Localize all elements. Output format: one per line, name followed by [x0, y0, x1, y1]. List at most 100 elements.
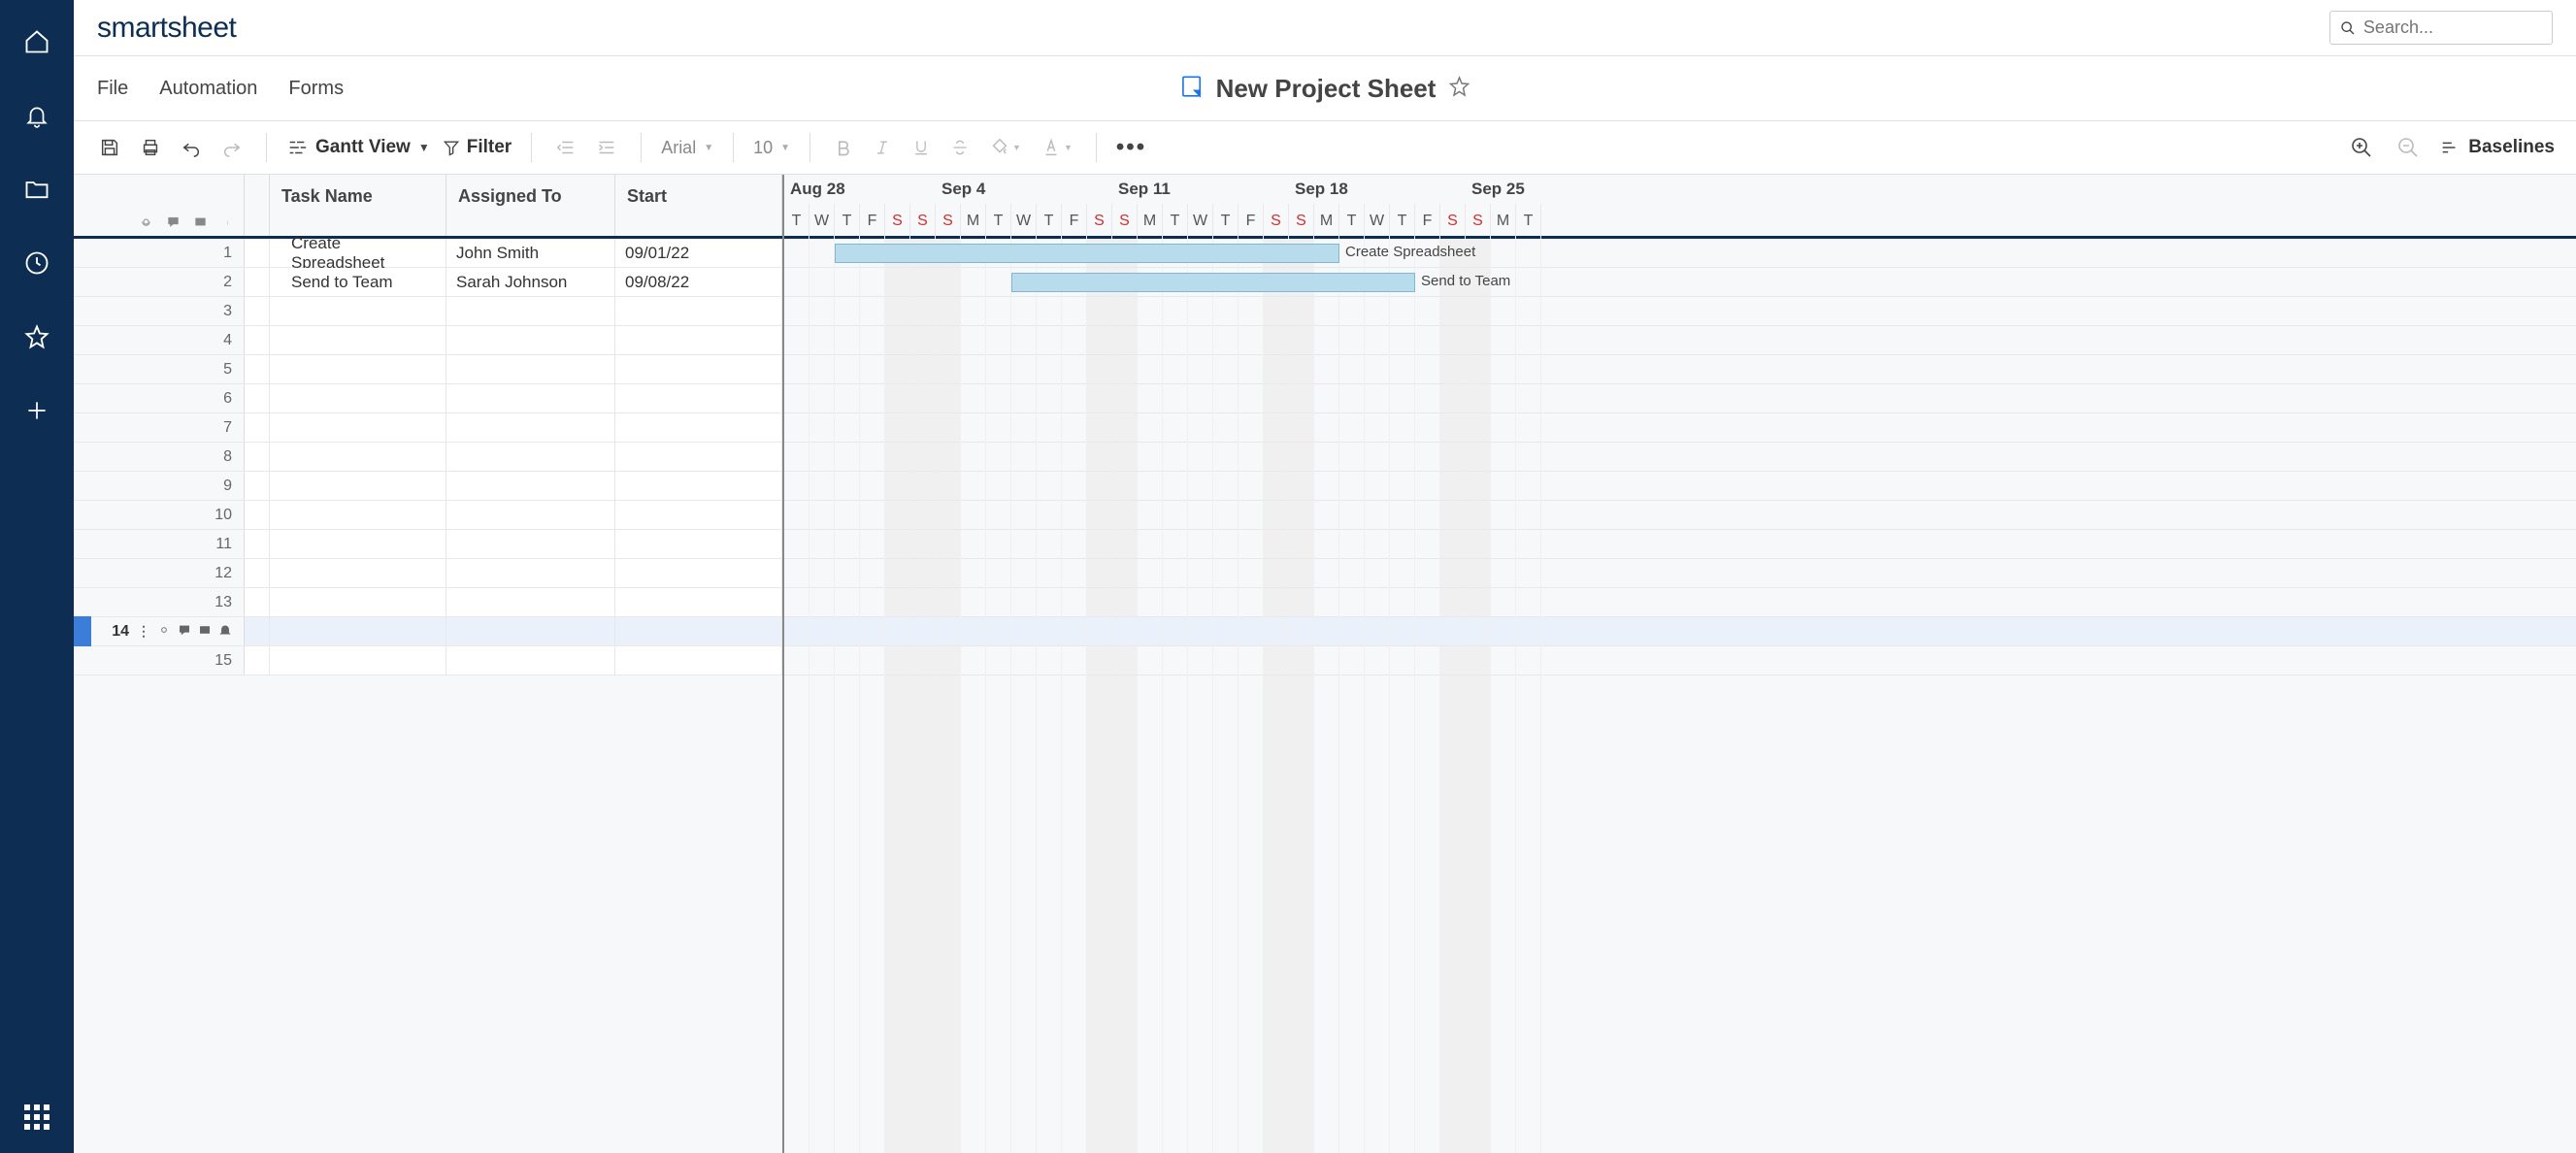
cell-expand[interactable]	[245, 413, 270, 442]
cell-start[interactable]	[615, 617, 782, 645]
cell-expand[interactable]	[245, 443, 270, 471]
text-color-button[interactable]: ▼	[1037, 133, 1076, 162]
recent-icon[interactable]	[22, 248, 51, 278]
gantt-row[interactable]	[784, 326, 2576, 355]
zoom-out-button[interactable]	[2393, 132, 2424, 163]
zoom-in-button[interactable]	[2346, 132, 2377, 163]
cell-task[interactable]	[270, 646, 446, 675]
grid-row[interactable]: 6	[74, 384, 782, 413]
cell-start[interactable]	[615, 443, 782, 471]
row-number[interactable]: 13	[74, 588, 245, 616]
cell-task[interactable]	[270, 413, 446, 442]
grid-row[interactable]: 7	[74, 413, 782, 443]
cell-task[interactable]	[270, 588, 446, 616]
cell-task[interactable]	[270, 530, 446, 558]
gantt-row[interactable]	[784, 384, 2576, 413]
cell-expand[interactable]	[245, 384, 270, 412]
save-button[interactable]	[95, 133, 124, 162]
cell-assigned[interactable]	[446, 355, 615, 383]
cell-assigned[interactable]: Sarah Johnson	[446, 268, 615, 296]
cell-start[interactable]	[615, 472, 782, 500]
cell-assigned[interactable]	[446, 646, 615, 675]
grid-row[interactable]: 8	[74, 443, 782, 472]
font-selector[interactable]: Arial ▼	[661, 138, 713, 158]
cell-expand[interactable]	[245, 501, 270, 529]
col-task-name[interactable]: Task Name	[270, 175, 446, 236]
underline-button[interactable]	[908, 134, 935, 161]
col-assigned-to[interactable]: Assigned To	[446, 175, 615, 236]
cell-task[interactable]	[270, 297, 446, 325]
info-icon[interactable]	[218, 213, 236, 230]
cell-task[interactable]	[270, 559, 446, 587]
grid-row[interactable]: 2Send to TeamSarah Johnson09/08/22	[74, 268, 782, 297]
col-expand[interactable]	[245, 175, 270, 236]
row-number[interactable]: 12	[74, 559, 245, 587]
cell-expand[interactable]	[245, 588, 270, 616]
cell-start[interactable]	[615, 559, 782, 587]
cell-assigned[interactable]	[446, 413, 615, 442]
print-button[interactable]	[136, 133, 165, 162]
gantt-row[interactable]	[784, 443, 2576, 472]
grid-row[interactable]: 1 Create SpreadsheetJohn Smith09/01/22	[74, 239, 782, 268]
cell-expand[interactable]	[245, 297, 270, 325]
row-number[interactable]: 2	[74, 268, 245, 296]
cell-assigned[interactable]	[446, 326, 615, 354]
cell-assigned[interactable]: John Smith	[446, 239, 615, 267]
cell-expand[interactable]	[245, 326, 270, 354]
cell-task[interactable]: Create Spreadsheet	[270, 239, 446, 267]
gantt-row[interactable]	[784, 472, 2576, 501]
undo-button[interactable]	[177, 133, 206, 162]
cell-start[interactable]	[615, 413, 782, 442]
font-size-selector[interactable]: 10 ▼	[753, 138, 790, 158]
fill-color-button[interactable]: ▼	[985, 133, 1025, 162]
row-number[interactable]: 8	[74, 443, 245, 471]
menu-file[interactable]: File	[97, 78, 128, 100]
add-icon[interactable]	[22, 396, 51, 425]
cell-expand[interactable]	[245, 530, 270, 558]
cell-start[interactable]	[615, 384, 782, 412]
cell-task[interactable]	[270, 472, 446, 500]
cell-expand[interactable]	[245, 472, 270, 500]
cell-task[interactable]	[270, 355, 446, 383]
italic-button[interactable]	[869, 134, 896, 161]
comment-icon[interactable]	[164, 213, 182, 230]
gantt-row[interactable]	[784, 646, 2576, 675]
bold-button[interactable]	[830, 134, 857, 161]
favorites-icon[interactable]	[22, 322, 51, 351]
gantt-row[interactable]	[784, 413, 2576, 443]
row-number[interactable]: 7	[74, 413, 245, 442]
cell-task[interactable]	[270, 617, 446, 645]
row-number[interactable]: 1	[74, 239, 245, 267]
app-launcher-icon[interactable]	[24, 1104, 50, 1130]
row-number[interactable]: 10	[74, 501, 245, 529]
gantt-row[interactable]	[784, 501, 2576, 530]
gantt-row[interactable]	[784, 617, 2576, 646]
search-box[interactable]	[2329, 11, 2553, 45]
sheet-title[interactable]: New Project Sheet	[1216, 74, 1437, 104]
strikethrough-button[interactable]	[946, 134, 974, 161]
gantt-bar[interactable]	[835, 244, 1339, 263]
cell-start[interactable]	[615, 355, 782, 383]
row-number[interactable]: 14⋮	[74, 617, 245, 645]
gantt-bar[interactable]	[1011, 273, 1415, 292]
row-number[interactable]: 6	[74, 384, 245, 412]
grid-row[interactable]: 14⋮	[74, 617, 782, 646]
cell-task[interactable]	[270, 443, 446, 471]
cell-task[interactable]	[270, 326, 446, 354]
gantt-row[interactable]	[784, 355, 2576, 384]
gantt-row[interactable]	[784, 588, 2576, 617]
grid-row[interactable]: 10	[74, 501, 782, 530]
cell-assigned[interactable]	[446, 472, 615, 500]
row-number[interactable]: 11	[74, 530, 245, 558]
cell-expand[interactable]	[245, 646, 270, 675]
cell-assigned[interactable]	[446, 530, 615, 558]
cell-start[interactable]	[615, 501, 782, 529]
more-button[interactable]: •••	[1116, 134, 1146, 161]
menu-forms[interactable]: Forms	[288, 78, 344, 100]
search-input[interactable]	[2363, 17, 2542, 38]
cell-start[interactable]: 09/01/22	[615, 239, 782, 267]
col-start[interactable]: Start	[615, 175, 782, 236]
cell-start[interactable]	[615, 646, 782, 675]
bell-icon[interactable]	[22, 101, 51, 130]
grid-row[interactable]: 9	[74, 472, 782, 501]
